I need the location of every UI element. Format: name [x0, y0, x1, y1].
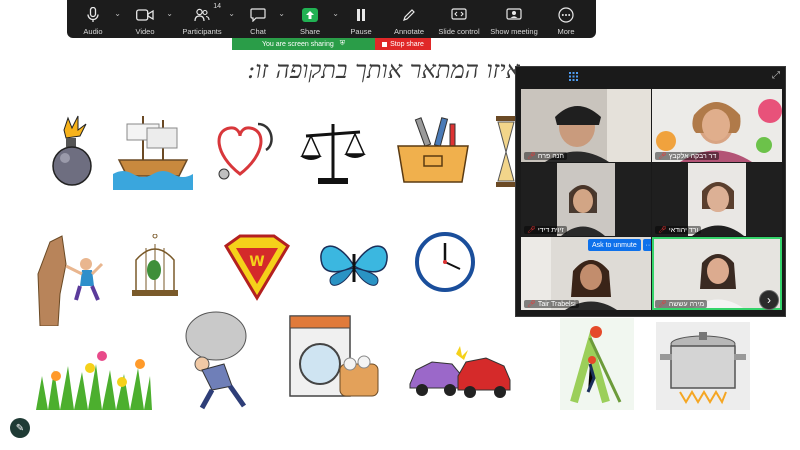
ellipsis-icon	[554, 5, 578, 25]
next-page-button[interactable]: ›	[759, 290, 779, 310]
stop-square-icon	[382, 41, 388, 47]
expand-icon[interactable]: ⤢	[772, 70, 780, 81]
butterfly-image	[320, 245, 388, 286]
participant-name-tag: 🎤︎ דר רבקה אלקבץ	[655, 152, 720, 160]
pencil-icon: ✎	[15, 422, 25, 434]
video-label: Video	[135, 27, 155, 36]
participant-tile[interactable]: 🎤︎ ורד יהודאי	[652, 163, 782, 236]
gallery-grid-icon[interactable]	[569, 72, 578, 81]
screen-sharing-text: You are screen sharing	[262, 40, 334, 48]
participant-name: דר רבקה אלקבץ	[668, 152, 717, 160]
toolbox-image	[397, 117, 469, 183]
participant-name: מירה עששה	[668, 300, 705, 308]
show-meeting-label: Show meeting	[490, 27, 538, 36]
shield-icon: ⛨	[339, 40, 345, 47]
hourglass-image	[496, 116, 516, 187]
audio-button[interactable]: Audio ⌄	[67, 0, 121, 38]
mic-muted-icon: 🎤︎	[658, 153, 667, 160]
share-arrow-icon	[298, 5, 322, 25]
participants-button[interactable]: 14 Participants ⌄	[171, 0, 235, 38]
participant-name-tag: 🎤︎ מירה עששה	[655, 300, 708, 308]
chevron-right-icon: ›	[767, 293, 771, 307]
slide-control-icon	[447, 5, 471, 25]
slide-control-label: Slide control	[438, 27, 480, 36]
car-crash-image	[409, 346, 511, 398]
annotate-pencil-button[interactable]: ✎	[10, 418, 30, 438]
share-button[interactable]: Share ⌄	[283, 0, 339, 38]
meeting-toolbar: Audio ⌄ Video ⌄ 14 Participants ⌄ Chat ⌄	[67, 0, 596, 38]
flowers-grass-image	[36, 351, 152, 410]
microphone-icon	[81, 5, 105, 25]
man-carrying-boulder-image	[185, 311, 247, 410]
mic-muted-icon: 🎤︎	[527, 227, 536, 234]
camera-icon	[133, 5, 157, 25]
participant-name: זיוית דידי	[537, 226, 564, 234]
scales-of-justice-image	[300, 124, 366, 184]
screen-sharing-banner: You are screen sharing ⛨	[232, 38, 375, 50]
ask-to-unmute-button[interactable]: Ask to unmute	[588, 239, 641, 251]
participant-name: Tair Trabelsi	[537, 300, 576, 308]
ship-image	[113, 116, 193, 190]
pause-label: Pause	[350, 27, 372, 36]
annotate-label: Annotate	[393, 27, 425, 36]
video-gallery-panel: ⤢ 🎤︎ חנה פרח 🎤︎ דר רבקה אלקבץ 🎤︎ זיוית ד…	[515, 66, 786, 317]
dizzy-ladder-image	[560, 318, 634, 410]
bomb-image	[52, 115, 92, 186]
bird-cage-image	[132, 234, 178, 296]
wall-clock-image	[415, 232, 475, 292]
participant-name: ורד יהודאי	[668, 226, 699, 234]
superhero-logo-image: W	[224, 234, 290, 301]
more-button[interactable]: More	[543, 0, 589, 38]
tile-more-button[interactable]: ···	[643, 239, 651, 251]
mic-muted-icon: 🎤︎	[658, 301, 667, 308]
chat-button[interactable]: Chat ⌄	[233, 0, 285, 38]
more-label: More	[557, 27, 575, 36]
stop-share-button[interactable]: Stop share	[375, 38, 431, 50]
slide-title: איזו המתאר אותך בתקופה זו:	[247, 56, 520, 84]
stop-share-label: Stop share	[390, 40, 424, 48]
annotate-button[interactable]: Annotate	[385, 0, 433, 38]
video-button[interactable]: Video ⌄	[119, 0, 173, 38]
cooking-pot-image	[656, 322, 750, 410]
show-meeting-button[interactable]: Show meeting	[485, 0, 543, 38]
audio-label: Audio	[83, 27, 103, 36]
participant-tile[interactable]: 🎤︎ חנה פרח	[521, 89, 651, 162]
slide-control-button[interactable]: Slide control	[433, 0, 485, 38]
share-label: Share	[299, 27, 320, 36]
monitor-icon	[502, 5, 526, 25]
pencil-icon	[397, 5, 421, 25]
stethoscope-heart-image	[217, 122, 273, 180]
participant-tile[interactable]: 🎤︎Tair Trabelsi Ask to unmute ···	[521, 237, 651, 310]
screen: Audio ⌄ Video ⌄ 14 Participants ⌄ Chat ⌄	[0, 0, 800, 450]
participant-name-tag: 🎤︎ חנה פרח	[524, 152, 568, 160]
people-icon	[190, 5, 214, 25]
participants-label: Participants	[182, 27, 222, 36]
mic-muted-icon: 🎤︎	[527, 301, 536, 308]
chat-bubble-icon	[246, 5, 270, 25]
participant-name: חנה פרח	[537, 152, 565, 160]
washing-machine-image	[289, 315, 379, 397]
mic-muted-icon: 🎤︎	[658, 227, 667, 234]
participant-name-tag: 🎤︎ Tair Trabelsi	[524, 300, 579, 308]
chat-label: Chat	[250, 27, 266, 36]
mic-muted-icon: 🎤︎	[527, 153, 536, 160]
participant-name-tag: 🎤︎ ורד יהודאי	[655, 226, 702, 234]
pause-icon	[349, 5, 373, 25]
participant-name-tag: 🎤︎ זיוית דידי	[524, 226, 567, 234]
pause-button[interactable]: Pause	[337, 0, 385, 38]
svg-text:W: W	[249, 254, 264, 270]
participant-tile[interactable]: 🎤︎ דר רבקה אלקבץ	[652, 89, 782, 162]
rock-climber-image	[37, 235, 104, 326]
participants-count: 14	[213, 3, 221, 10]
gallery-header: ⤢	[516, 67, 785, 87]
participant-tile[interactable]: 🎤︎ זיוית דידי	[521, 163, 651, 236]
